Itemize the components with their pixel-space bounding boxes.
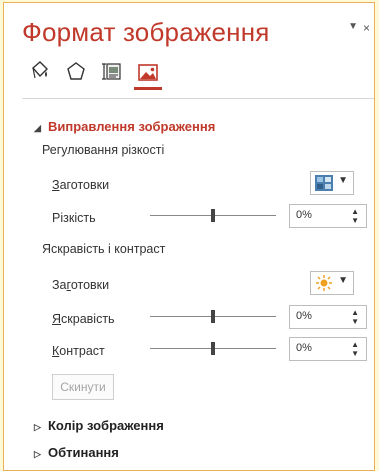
brightness-contrast-group-label: Яскравість і контраст: [42, 242, 166, 256]
slider-thumb[interactable]: [211, 342, 215, 355]
spin-up-icon[interactable]: ▲: [351, 340, 359, 349]
sharpness-label: Різкість: [52, 211, 96, 225]
contrast-value: 0%: [296, 342, 312, 354]
tab-separator: [22, 98, 374, 99]
fill-line-icon[interactable]: [26, 57, 54, 85]
spin-down-icon[interactable]: ▼: [351, 216, 359, 225]
pane-options-dropdown[interactable]: ▼: [348, 21, 358, 32]
sharpness-value: 0%: [296, 209, 312, 221]
sharpness-group-label: Регулювання різкості: [42, 143, 165, 157]
slider-thumb[interactable]: [211, 310, 215, 323]
section-picture-corrections[interactable]: ◢ Виправлення зображення: [34, 119, 215, 134]
presets-label-sharpness: Заготовки: [52, 178, 110, 192]
sharpness-spinner[interactable]: 0% ▲ ▼: [289, 204, 367, 228]
brightness-value: 0%: [296, 310, 312, 322]
spin-down-icon[interactable]: ▼: [351, 317, 359, 326]
presets-label-brightness: Заготовки: [52, 278, 110, 292]
section-title: Виправлення зображення: [48, 119, 216, 134]
sharpness-slider[interactable]: [150, 206, 276, 226]
picture-icon[interactable]: [134, 57, 162, 90]
spin-up-icon[interactable]: ▲: [351, 207, 359, 216]
spin-down-icon[interactable]: ▼: [351, 349, 359, 358]
contrast-spinner[interactable]: 0% ▲ ▼: [289, 337, 367, 361]
sun-icon: [315, 275, 333, 291]
chevron-down-icon: ▼: [338, 175, 348, 186]
reset-button[interactable]: Скинути: [52, 374, 114, 400]
pane-title: Формат зображення: [22, 17, 270, 47]
section-title: Обтинання: [48, 445, 119, 460]
expand-triangle-icon: ▷: [34, 449, 41, 459]
contrast-label: Контраст: [52, 344, 105, 358]
collapse-triangle-icon: ◢: [34, 123, 41, 133]
expand-triangle-icon: ▷: [34, 422, 41, 432]
close-icon[interactable]: ×: [363, 21, 370, 35]
section-title: Колір зображення: [48, 418, 164, 433]
size-properties-icon[interactable]: [98, 57, 126, 85]
brightness-spinner[interactable]: 0% ▲ ▼: [289, 305, 367, 329]
sharpness-presets-dropdown[interactable]: ▼: [310, 171, 354, 195]
section-crop[interactable]: ▷ Обтинання: [34, 445, 119, 460]
slider-thumb[interactable]: [211, 209, 215, 222]
format-picture-pane: Формат зображення ▼ × ◢ Виправлення зобр…: [3, 2, 375, 471]
brightness-presets-dropdown[interactable]: ▼: [310, 271, 354, 295]
contrast-slider[interactable]: [150, 339, 276, 359]
section-picture-color[interactable]: ▷ Колір зображення: [34, 418, 164, 433]
brightness-label: Яскравість: [52, 312, 115, 326]
effects-icon[interactable]: [62, 57, 90, 85]
sharpen-preset-icon: [315, 175, 333, 191]
chevron-down-icon: ▼: [338, 275, 348, 286]
brightness-slider[interactable]: [150, 307, 276, 327]
spin-up-icon[interactable]: ▲: [351, 308, 359, 317]
